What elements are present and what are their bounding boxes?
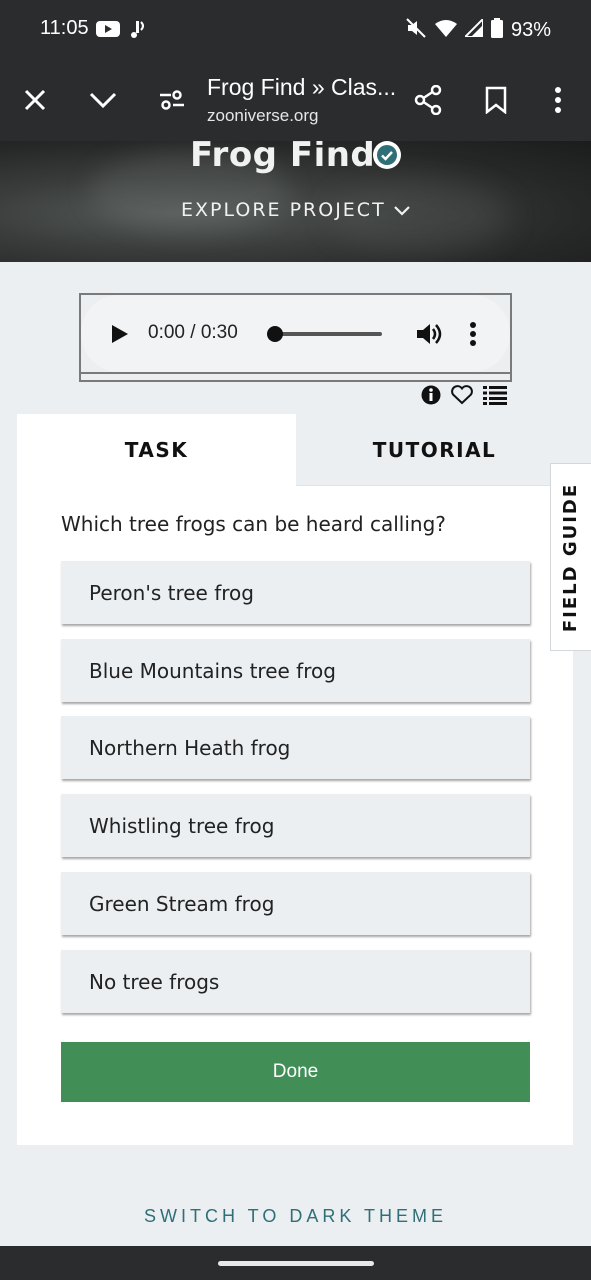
volume-icon[interactable] (415, 321, 443, 347)
bookmark-icon[interactable] (478, 82, 514, 118)
subject-audio-frame: 0:00 / 0:30 (79, 293, 512, 382)
audio-player: 0:00 / 0:30 (81, 295, 510, 372)
mute-icon (405, 17, 427, 43)
tab-task-label: TASK (124, 438, 189, 462)
answer-label: Whistling tree frog (89, 813, 275, 838)
share-icon[interactable] (410, 82, 446, 118)
answer-option[interactable]: Blue Mountains tree frog (61, 639, 530, 702)
chevron-down-icon (393, 199, 410, 221)
system-nav-bar (0, 1246, 591, 1280)
classifier-task-panel: TASK TUTORIAL Which tree frogs can be he… (17, 414, 573, 1145)
explore-project-button[interactable]: EXPLORE PROJECT (181, 199, 410, 221)
answer-label: Northern Heath frog (89, 735, 291, 760)
field-guide-tab[interactable]: FIELD GUIDE (550, 463, 591, 651)
youtube-icon (96, 20, 120, 42)
play-icon[interactable] (109, 322, 131, 346)
battery-icon (490, 18, 503, 42)
audio-progress-track[interactable] (271, 332, 382, 336)
audio-more-icon[interactable] (469, 321, 481, 347)
answer-label: No tree frogs (89, 969, 220, 994)
field-guide-label: FIELD GUIDE (560, 482, 582, 632)
audio-time: 0:00 / 0:30 (148, 322, 238, 343)
answer-label: Blue Mountains tree frog (89, 658, 336, 683)
tab-tutorial-label: TUTORIAL (372, 437, 497, 462)
browser-toolbar: Frog Find » Clas... zooniverse.org (0, 60, 591, 141)
task-question: Which tree frogs can be heard calling? (61, 512, 446, 536)
project-hero: Frog Find EXPLORE PROJECT (0, 141, 591, 262)
browser-page-title[interactable]: Frog Find » Clas... (207, 74, 396, 101)
site-settings-icon[interactable] (154, 82, 190, 118)
chevron-down-icon[interactable] (85, 82, 121, 118)
home-gesture-handle[interactable] (218, 1261, 374, 1266)
tab-task[interactable]: TASK (17, 414, 296, 486)
answer-option[interactable]: Northern Heath frog (61, 716, 530, 779)
switch-theme-link[interactable]: SWITCH TO DARK THEME (0, 1206, 591, 1227)
battery-percentage: 93% (510, 18, 551, 41)
tab-tutorial[interactable]: TUTORIAL (296, 414, 573, 486)
info-icon[interactable] (421, 385, 441, 409)
collections-icon[interactable] (483, 385, 507, 409)
explore-project-label: EXPLORE PROJECT (181, 199, 386, 221)
subject-actions (421, 385, 507, 409)
close-icon[interactable] (17, 82, 53, 118)
project-title[interactable]: Frog Find (190, 141, 375, 175)
done-button[interactable]: Done (61, 1042, 530, 1102)
answer-label: Peron's tree frog (89, 580, 254, 605)
audio-progress-thumb[interactable] (267, 326, 283, 342)
status-time: 11:05 (40, 17, 89, 39)
verified-badge-icon (373, 141, 401, 169)
answer-option[interactable]: No tree frogs (61, 950, 530, 1013)
notification-icon (128, 18, 148, 44)
done-button-label: Done (272, 1061, 319, 1082)
more-vert-icon[interactable] (540, 82, 576, 118)
answer-option[interactable]: Green Stream frog (61, 872, 530, 935)
wifi-icon (434, 19, 457, 41)
favorite-icon[interactable] (450, 385, 474, 409)
signal-icon (462, 16, 484, 41)
answer-option[interactable]: Peron's tree frog (61, 561, 530, 624)
answer-option[interactable]: Whistling tree frog (61, 794, 530, 857)
browser-url[interactable]: zooniverse.org (207, 106, 319, 126)
status-bar: 11:05 93% (0, 0, 591, 60)
answer-label: Green Stream frog (89, 891, 275, 916)
